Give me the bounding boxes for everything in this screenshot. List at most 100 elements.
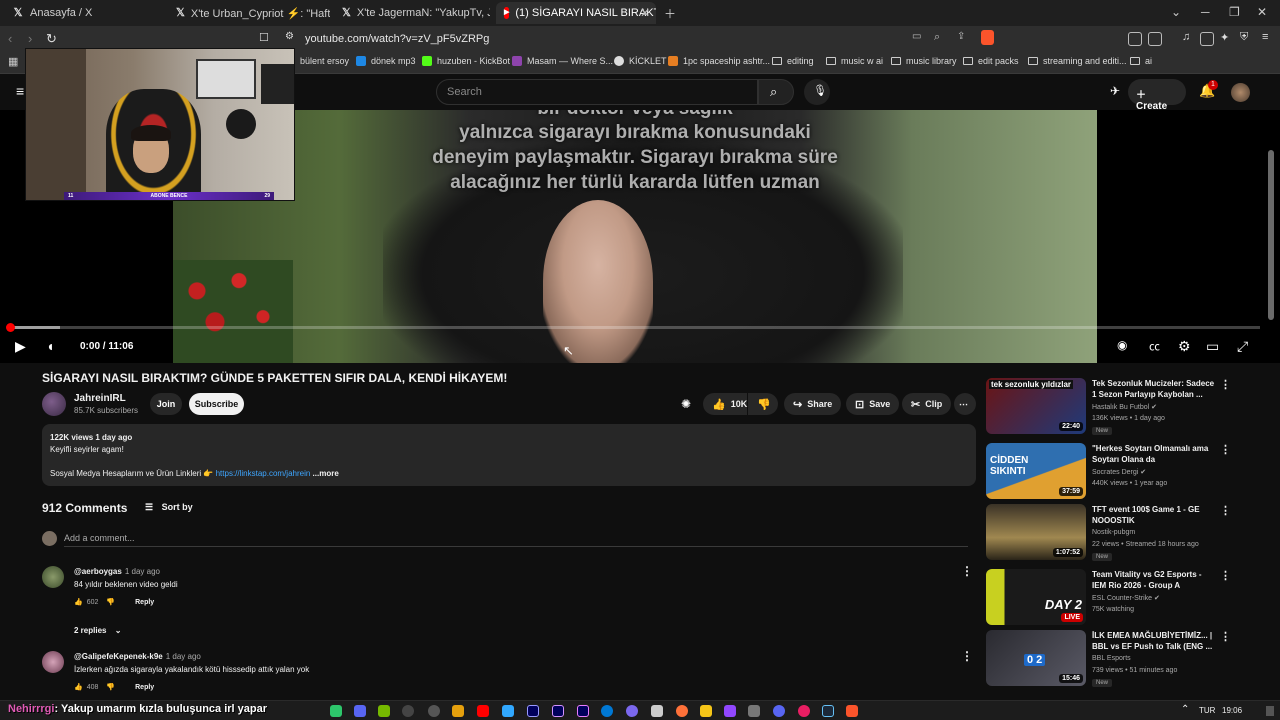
search-button[interactable]: ⌕	[758, 79, 794, 105]
more-options-icon[interactable]: ⋮	[1220, 443, 1231, 456]
after-effects-icon[interactable]	[552, 705, 564, 717]
channel-name[interactable]: JahreinIRL	[74, 393, 126, 404]
media-encoder-icon[interactable]	[527, 705, 539, 717]
firefox-icon[interactable]	[676, 705, 688, 717]
apps-grid-icon[interactable]: ▦	[8, 55, 18, 68]
account-avatar[interactable]	[1231, 83, 1250, 102]
description-box[interactable]: 122K views 1 day ago Keyifli seyirler ag…	[42, 424, 976, 486]
chevron-up-icon[interactable]: ⌃	[1181, 704, 1189, 715]
app-icon[interactable]	[798, 705, 810, 717]
bookmark-folder[interactable]: music w ai	[826, 56, 883, 66]
like-button[interactable]: 👍 10K	[703, 393, 747, 415]
page-scrollbar[interactable]	[1268, 150, 1274, 320]
media-icon[interactable]: ♫	[1182, 31, 1190, 43]
ai-sparkle-icon[interactable]: ✺	[681, 397, 691, 411]
recommended-video[interactable]: CİDDEN SIKINTI 37:59 "Herkes Soytarı Olm…	[986, 443, 1236, 501]
progress-scrubber[interactable]	[6, 323, 15, 332]
thumbs-up-icon[interactable]: 👍	[74, 598, 83, 606]
browser-tab-active[interactable]: ▶ (1) SİGARAYI NASIL BIRAKTIM? G ✕	[496, 2, 656, 24]
url-field[interactable]: youtube.com/watch?v=zV_pF5vZRPg	[305, 33, 489, 45]
more-options-icon[interactable]: ⋮	[1220, 378, 1231, 391]
video-thumbnail[interactable]: tek sezonluk yıldızlar 22:40	[986, 378, 1086, 434]
clock[interactable]: 19:06	[1222, 706, 1242, 715]
new-tab-icon[interactable]: ＋	[664, 5, 676, 22]
recommended-video[interactable]: 0 2 15:46 İLK EMEA MAĞLUBİYETİMİZ... | B…	[986, 630, 1236, 688]
browser-tab[interactable]: 𝕏 X'te JagermaN: "YakupTv, Jahrein'i te	[334, 2, 490, 24]
app-icon[interactable]	[452, 705, 464, 717]
search-input[interactable]: Search	[436, 79, 758, 105]
recommended-video[interactable]: 1:07:52 TFT event 100$ Game 1 - GE NOOOS…	[986, 504, 1236, 562]
save-button[interactable]: ⊡ Save	[846, 393, 900, 415]
more-actions-button[interactable]: ⋯	[954, 393, 976, 415]
app-icon[interactable]	[651, 705, 663, 717]
reload-icon[interactable]: ↻	[46, 31, 57, 47]
fullscreen-icon[interactable]: ⤢	[1237, 338, 1248, 355]
comment-author[interactable]: @aerboygas 1 day ago	[74, 567, 160, 576]
clip-button[interactable]: ✂ Clip	[902, 393, 952, 415]
site-settings-icon[interactable]: ⚙	[285, 31, 294, 42]
minimize-icon[interactable]: ─	[1201, 5, 1210, 19]
recommended-video[interactable]: DAY 2 LIVE Team Vitality vs G2 Esports -…	[986, 569, 1236, 627]
commenter-avatar[interactable]	[42, 651, 64, 673]
hamburger-menu-icon[interactable]: ≡	[16, 83, 24, 99]
theater-mode-icon[interactable]: ▭	[1206, 338, 1219, 355]
app-icon[interactable]	[700, 705, 712, 717]
leo-ai-icon[interactable]: ✦	[1220, 31, 1229, 44]
obs-icon[interactable]	[402, 705, 414, 717]
progress-bar[interactable]	[10, 326, 1260, 329]
captions-icon[interactable]: ㏄	[1149, 338, 1160, 354]
thumbs-down-icon[interactable]: 👎	[106, 683, 115, 691]
back-icon[interactable]: ‹	[8, 31, 12, 46]
channel-avatar[interactable]	[42, 392, 66, 416]
thumbs-up-icon[interactable]: 👍	[74, 683, 83, 691]
comment-menu-icon[interactable]: ⋮	[961, 649, 973, 663]
bookmark-icon[interactable]: ☐	[259, 31, 269, 44]
bookmark-item[interactable]: KİCKLET	[614, 56, 667, 66]
menu-icon[interactable]: ≡	[1262, 31, 1268, 43]
more-options-icon[interactable]: ⋮	[1220, 569, 1231, 582]
maximize-icon[interactable]: ❐	[1229, 5, 1240, 19]
bookmark-folder[interactable]: music library	[891, 56, 957, 66]
video-thumbnail[interactable]: 0 2 15:46	[986, 630, 1086, 686]
twitch-icon[interactable]	[724, 705, 736, 717]
tab-search-icon[interactable]: ⌄	[1171, 5, 1181, 19]
video-thumbnail[interactable]: CİDDEN SIKINTI 37:59	[986, 443, 1086, 499]
app-icon[interactable]	[748, 705, 760, 717]
view-replies-button[interactable]: 2 replies ⌄	[74, 626, 121, 635]
show-more-button[interactable]: ...more	[313, 469, 339, 478]
comment-menu-icon[interactable]: ⋮	[961, 564, 973, 578]
comment-author[interactable]: @GalipefeKepenek-k9e 1 day ago	[74, 652, 201, 661]
browser-tab[interactable]: 𝕏 Anasayfa / X	[4, 2, 164, 24]
bookmark-item[interactable]: Masam — Where S...	[512, 56, 613, 66]
edge-icon[interactable]	[601, 705, 613, 717]
add-comment-input[interactable]: Add a comment...	[64, 533, 135, 543]
reply-button[interactable]: Reply	[135, 599, 154, 606]
app-icon[interactable]	[626, 705, 638, 717]
reply-button[interactable]: Reply	[135, 684, 154, 691]
cast-icon[interactable]: ▭	[912, 31, 921, 42]
vpn-icon[interactable]: ⛨	[1240, 31, 1248, 44]
recommended-video[interactable]: tek sezonluk yıldızlar 22:40 Tek Sezonlu…	[986, 378, 1236, 436]
create-button[interactable]: ＋ Create	[1128, 79, 1186, 112]
bookmark-item[interactable]: dönek mp3	[356, 56, 416, 66]
app-icon[interactable]	[773, 705, 785, 717]
discord-icon[interactable]	[354, 705, 366, 717]
steam-icon[interactable]	[822, 705, 834, 717]
dislike-button[interactable]: 👎	[748, 393, 778, 415]
bookmark-folder[interactable]: ai	[1130, 56, 1152, 66]
volume-icon[interactable]: ◖	[46, 338, 54, 354]
brave-icon[interactable]	[846, 705, 858, 717]
join-button[interactable]: Join	[150, 393, 182, 415]
clock-app-icon[interactable]	[428, 705, 440, 717]
extensions-icon[interactable]	[1128, 32, 1142, 46]
bookmark-folder[interactable]: editing	[772, 56, 814, 66]
forward-icon[interactable]: ›	[28, 31, 32, 46]
share-page-icon[interactable]: ⇪	[957, 31, 965, 42]
video-thumbnail[interactable]: DAY 2 LIVE	[986, 569, 1086, 625]
sidebar-icon[interactable]	[1200, 32, 1214, 46]
more-options-icon[interactable]: ⋮	[1220, 630, 1231, 643]
photoshop-icon[interactable]	[502, 705, 514, 717]
thumbs-down-icon[interactable]: 👎	[106, 598, 115, 606]
commenter-avatar[interactable]	[42, 566, 64, 588]
browser-tab[interactable]: 𝕏 X'te Urban_Cypriot ⚡: "Haftaya sal	[168, 2, 330, 24]
